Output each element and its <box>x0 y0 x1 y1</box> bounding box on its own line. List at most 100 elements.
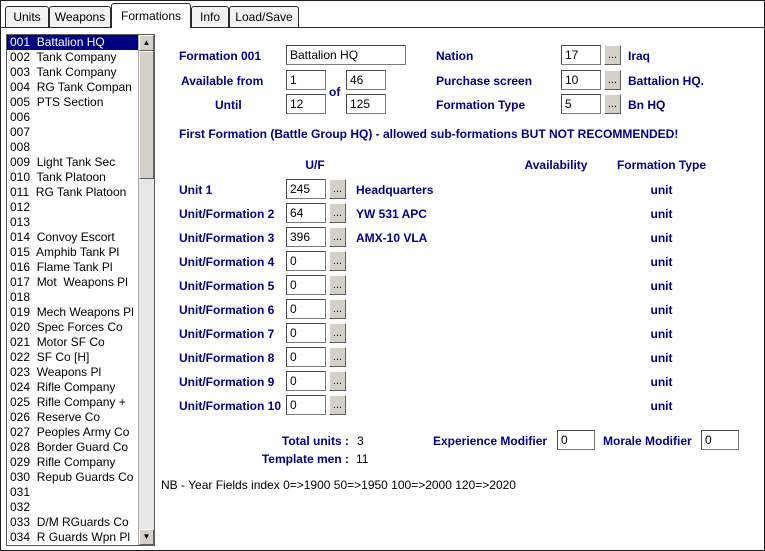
formation-list-item[interactable]: 022 SF Co [H] <box>7 350 138 365</box>
formation-list-item[interactable]: 021 Motor SF Co <box>7 335 138 350</box>
formation-list-item-label: 025 Rifle Company + <box>10 395 126 409</box>
formation-list-item[interactable]: 025 Rifle Company + <box>7 395 138 410</box>
unit-row-label: Unit/Formation 10 <box>179 399 281 413</box>
formation-list-item[interactable]: 014 Convoy Escort <box>7 230 138 245</box>
unit-id-input[interactable] <box>286 299 326 319</box>
formation-list-item-label: 028 Border Guard Co <box>10 440 128 454</box>
unit-browse-button[interactable]: ... <box>329 203 346 223</box>
formation-list-item-label: 015 Amphib Tank Pl <box>10 245 119 259</box>
formation-list-item[interactable]: 009 Light Tank Sec <box>7 155 138 170</box>
formation-list-item-label: 019 Mech Weapons Pl <box>10 305 134 319</box>
unit-id-input[interactable] <box>286 371 326 391</box>
formation-list-item[interactable]: 032 <box>7 500 138 515</box>
unit-browse-button[interactable]: ... <box>329 347 346 367</box>
unit-id-input[interactable] <box>286 347 326 367</box>
unit-row: Unit/Formation 5 ... unit <box>179 275 744 299</box>
tab-loadsave[interactable]: Load/Save <box>229 6 299 27</box>
unit-row-label: Unit 1 <box>179 183 212 197</box>
formation-number-label: Formation 001 <box>179 49 261 63</box>
formation-type-browse-button[interactable]: ... <box>604 94 621 114</box>
tab-units-label: Units <box>13 10 40 24</box>
list-scrollbar[interactable]: ▲ ▼ <box>138 35 154 545</box>
formation-type-input[interactable] <box>561 94 601 114</box>
unit-browse-button[interactable]: ... <box>329 323 346 343</box>
formation-list-item[interactable]: 002 Tank Company <box>7 50 138 65</box>
unit-row-label: Unit/Formation 5 <box>179 279 274 293</box>
unit-browse-button[interactable]: ... <box>329 227 346 247</box>
tab-units[interactable]: Units <box>5 6 49 27</box>
morale-modifier-input[interactable] <box>701 430 739 450</box>
formation-list-item[interactable]: 011 RG Tank Platoon <box>7 185 138 200</box>
formation-list-item[interactable]: 030 Repub Guards Co <box>7 470 138 485</box>
total-units-label: Total units : <box>241 434 349 448</box>
formation-list-item[interactable]: 008 <box>7 140 138 155</box>
formation-list-item[interactable]: 026 Reserve Co <box>7 410 138 425</box>
scrollbar-up-button[interactable]: ▲ <box>139 35 154 51</box>
formation-list-item[interactable]: 004 RG Tank Compan <box>7 80 138 95</box>
unit-browse-button[interactable]: ... <box>329 371 346 391</box>
nb-year-note: NB - Year Fields index 0=>1900 50=>1950 … <box>161 478 516 492</box>
formation-list-item[interactable]: 031 <box>7 485 138 500</box>
formation-list-item[interactable]: 017 Mot Weapons Pl <box>7 275 138 290</box>
formation-list-item[interactable]: 024 Rifle Company <box>7 380 138 395</box>
available-from-label: Available from <box>181 74 263 88</box>
formation-name-input[interactable] <box>286 45 406 65</box>
scrollbar-down-button[interactable]: ▼ <box>139 529 154 545</box>
formation-list-item[interactable]: 013 <box>7 215 138 230</box>
tab-weapons[interactable]: Weapons <box>49 6 111 27</box>
formation-list-item[interactable]: 007 <box>7 125 138 140</box>
tab-formations[interactable]: Formations <box>111 3 191 28</box>
formation-list-item[interactable]: 029 Rifle Company <box>7 455 138 470</box>
unit-browse-button[interactable]: ... <box>329 299 346 319</box>
unit-id-input[interactable] <box>286 179 326 199</box>
unit-formation-type: unit <box>609 279 714 293</box>
formation-list-item[interactable]: 005 PTS Section <box>7 95 138 110</box>
formation-list-item[interactable]: 019 Mech Weapons Pl <box>7 305 138 320</box>
until-max-input[interactable] <box>346 94 386 114</box>
unit-browse-button[interactable]: ... <box>329 275 346 295</box>
unit-id-input[interactable] <box>286 251 326 271</box>
formations-editor-window: Units Weapons Formations Info Load/Save … <box>0 0 765 551</box>
formation-list-item[interactable]: 001 Battalion HQ <box>7 35 138 50</box>
formation-list-item[interactable]: 034 R Guards Wpn Pl <box>7 530 138 545</box>
formation-list-item[interactable]: 018 <box>7 290 138 305</box>
unit-row: Unit/Formation 2 ... YW 531 APC unit <box>179 203 744 227</box>
unit-availability-name: YW 531 APC <box>356 207 427 221</box>
up-arrow-icon: ▲ <box>143 39 151 47</box>
experience-modifier-input[interactable] <box>557 430 595 450</box>
nation-input[interactable] <box>561 45 601 65</box>
formation-list-item[interactable]: 023 Weapons Pl <box>7 365 138 380</box>
unit-row-label: Unit/Formation 6 <box>179 303 274 317</box>
tab-info[interactable]: Info <box>191 6 229 27</box>
available-from-input[interactable] <box>286 70 326 90</box>
formation-list-item[interactable]: 016 Flame Tank Pl <box>7 260 138 275</box>
formation-list-item[interactable]: 010 Tank Platoon <box>7 170 138 185</box>
unit-browse-button[interactable]: ... <box>329 179 346 199</box>
scrollbar-thumb[interactable] <box>139 51 154 179</box>
available-from-max-input[interactable] <box>346 70 386 90</box>
formation-list-item[interactable]: 028 Border Guard Co <box>7 440 138 455</box>
formation-list-item[interactable]: 020 Spec Forces Co <box>7 320 138 335</box>
unit-id-input[interactable] <box>286 227 326 247</box>
formation-list-item[interactable]: 012 <box>7 200 138 215</box>
unit-id-input[interactable] <box>286 323 326 343</box>
purchase-screen-browse-button[interactable]: ... <box>604 70 621 90</box>
unit-browse-button[interactable]: ... <box>329 251 346 271</box>
formation-list-item[interactable]: 006 <box>7 110 138 125</box>
formation-list-item[interactable]: 015 Amphib Tank Pl <box>7 245 138 260</box>
formation-list-item[interactable]: 033 D/M RGuards Co <box>7 515 138 530</box>
unit-rows: Unit 1 ... Headquarters unit Unit/Format… <box>179 179 744 419</box>
formation-list-item[interactable]: 027 Peoples Army Co <box>7 425 138 440</box>
unit-id-input[interactable] <box>286 395 326 415</box>
formation-list-items: 001 Battalion HQ002 Tank Company003 Tank… <box>7 35 138 545</box>
until-input[interactable] <box>286 94 326 114</box>
formation-list-item[interactable]: 003 Tank Company <box>7 65 138 80</box>
unit-id-input[interactable] <box>286 275 326 295</box>
unit-browse-button[interactable]: ... <box>329 395 346 415</box>
unit-formation-type: unit <box>609 231 714 245</box>
purchase-screen-input[interactable] <box>561 70 601 90</box>
formation-list-item-label: 020 Spec Forces Co <box>10 320 123 334</box>
unit-id-input[interactable] <box>286 203 326 223</box>
formation-list-item-label: 006 <box>10 110 30 124</box>
nation-browse-button[interactable]: ... <box>604 45 621 65</box>
